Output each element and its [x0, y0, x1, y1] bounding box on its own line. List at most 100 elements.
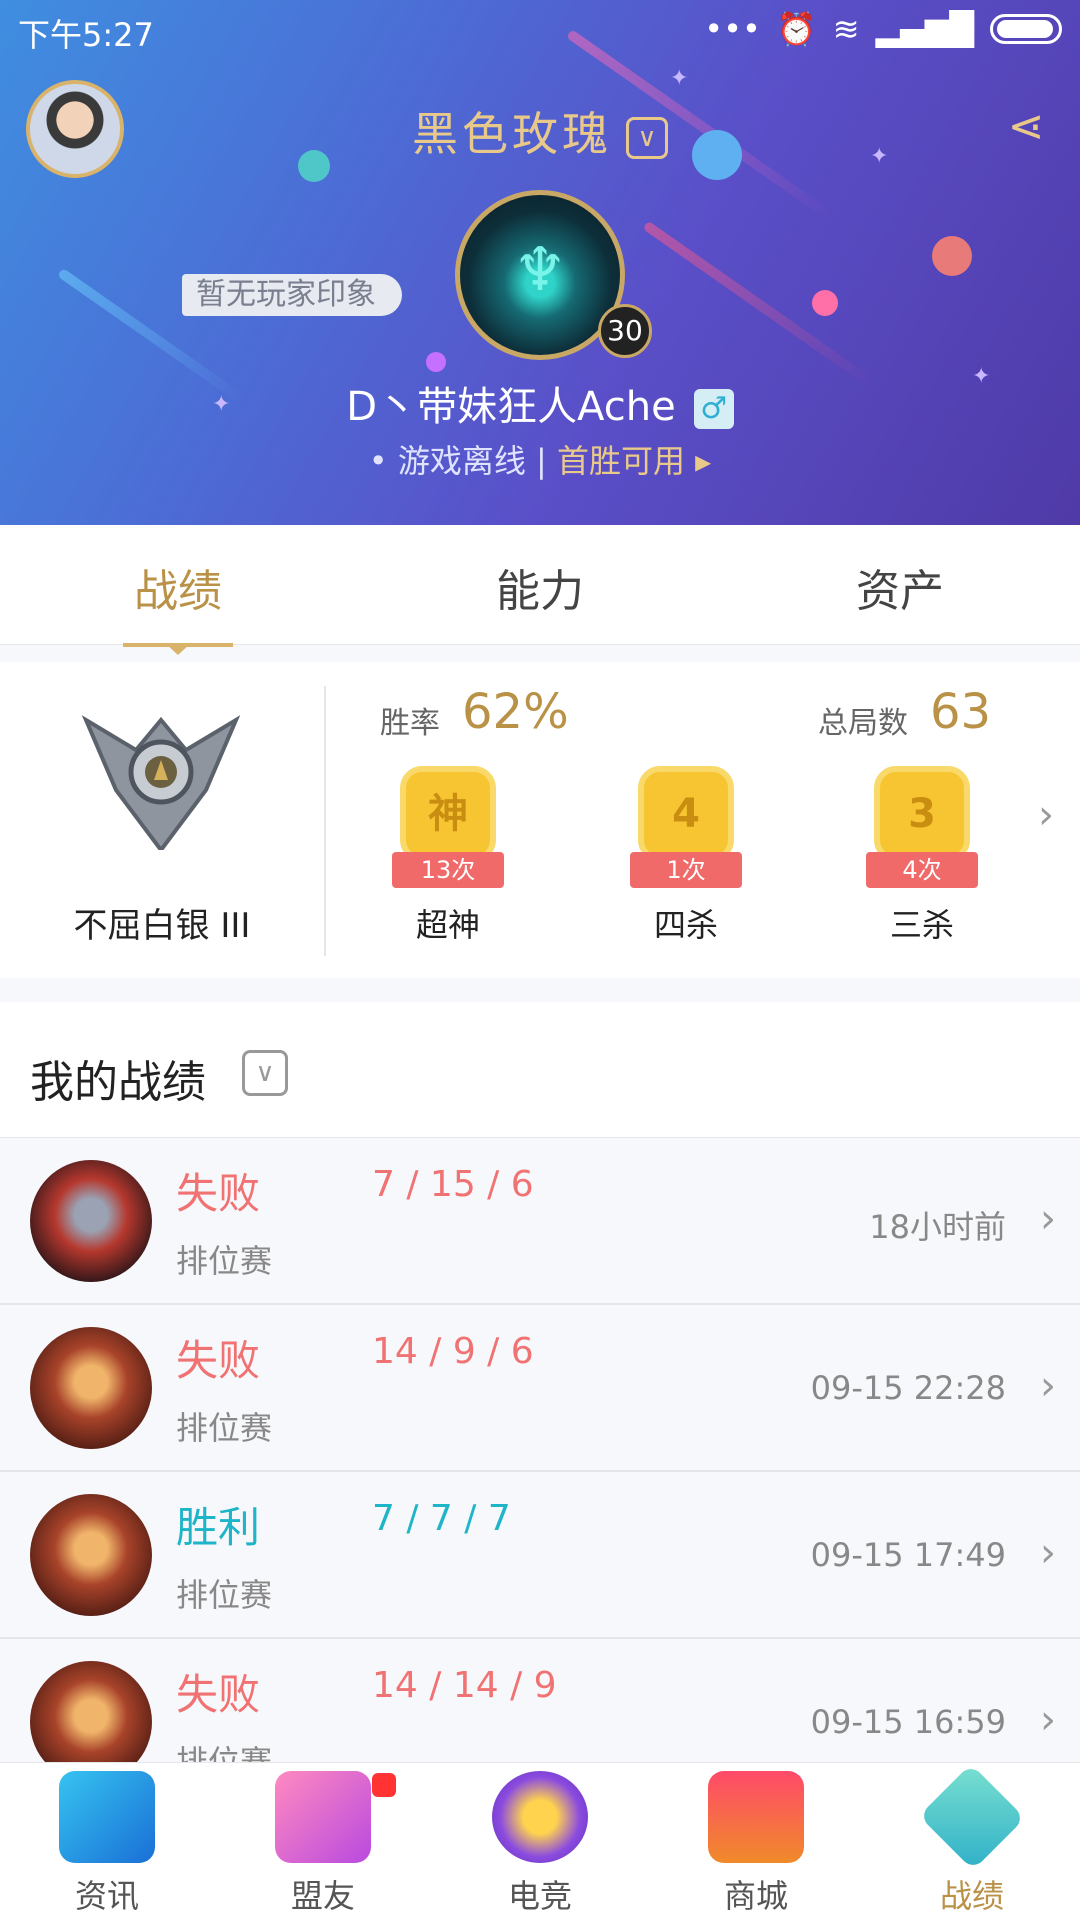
badge-count: 13次 [392, 852, 504, 888]
match-row[interactable]: 失败 排位赛 14 / 9 / 6 09-15 22:28 › [0, 1305, 1080, 1472]
status-row: • 游戏离线 | 首胜可用 ▸ [0, 436, 1080, 482]
decor-bubble [932, 236, 972, 276]
decor-streak [642, 220, 878, 390]
decor-bubble [812, 290, 838, 316]
badge-name: 超神 [415, 906, 480, 944]
account-name: 黑色玫瑰 [412, 107, 612, 161]
hero-avatar [30, 1494, 152, 1616]
profile-tabs: 战绩 能力 资产 [0, 525, 1080, 655]
battery-icon [990, 14, 1062, 44]
nav-shop[interactable]: 商城 [681, 1771, 831, 1917]
chevron-right-icon: › [1040, 1697, 1056, 1743]
quadra-kill-badge-icon: 4 [638, 766, 734, 862]
online-status: 游戏离线 [397, 442, 526, 480]
match-result: 胜利 [176, 1503, 261, 1552]
triple-kill-badge-icon: 3 [874, 766, 970, 862]
news-book-icon [59, 1771, 155, 1863]
match-time: 09-15 22:28 [810, 1369, 1006, 1407]
notification-dot [372, 1773, 396, 1797]
stats-panel[interactable]: 不屈白银 III 胜率 62% 总局数 63 神 13次 超神 4 1次 四杀 … [0, 662, 1080, 978]
win-rate-label: 胜率 [380, 706, 440, 741]
tab-record[interactable]: 战绩 [78, 555, 278, 655]
decor-star: ✦ [670, 66, 689, 91]
match-result: 失败 [176, 1169, 261, 1218]
tab-label: 资产 [856, 566, 944, 617]
wifi-icon: ≋ [832, 10, 860, 48]
summoner-emblem-icon: ♆ [513, 235, 567, 305]
more-dots-icon: ••• [704, 10, 761, 48]
shop-chest-icon [708, 1771, 804, 1863]
status-time: 下午5:27 [18, 16, 154, 54]
badge-triple-kill: 3 4次 三杀 [852, 766, 992, 946]
legendary-badge-icon: 神 [400, 766, 496, 862]
nav-label: 资讯 [74, 1877, 139, 1915]
account-title[interactable]: 黑色玫瑰 ∨ [0, 98, 1080, 164]
silver-rank-emblem-icon [81, 715, 241, 850]
profile-header: ✦ ✦ ✦ ✦ 下午5:27 ••• ⏰ ≋ ▂▄▆█ 黑色玫瑰 ∨ ⋖ 暂无玩家… [0, 0, 1080, 525]
level-badge: 30 [598, 304, 652, 358]
match-mode: 排位赛 [176, 1409, 273, 1447]
match-row[interactable]: 失败 排位赛 7 / 15 / 6 18小时前 › [0, 1138, 1080, 1305]
nav-label: 盟友 [290, 1877, 355, 1915]
total-games-label: 总局数 [818, 706, 908, 741]
hero-avatar [30, 1160, 152, 1282]
status-separator: | [536, 442, 547, 480]
badge-name: 三杀 [889, 906, 954, 944]
nav-label: 战绩 [939, 1877, 1004, 1915]
hero-avatar [30, 1327, 152, 1449]
win-rate-value: 62% [462, 684, 569, 740]
badge-legendary: 神 13次 超神 [378, 766, 518, 946]
badge-count: 1次 [630, 852, 742, 888]
tab-assets[interactable]: 资产 [800, 555, 1000, 619]
match-result: 失败 [176, 1336, 261, 1385]
match-row[interactable]: 胜利 排位赛 7 / 7 / 7 09-15 17:49 › [0, 1472, 1080, 1639]
match-kda: 7 / 7 / 7 [372, 1498, 511, 1539]
signal-icon: ▂▄▆█ [875, 10, 974, 48]
record-emblem-icon [918, 1763, 1026, 1871]
status-bar: 下午5:27 ••• ⏰ ≋ ▂▄▆█ [0, 0, 1080, 60]
match-list: 失败 排位赛 7 / 15 / 6 18小时前 › 失败 排位赛 14 / 9 … [0, 1138, 1080, 1806]
match-result: 失败 [176, 1670, 261, 1719]
friends-heart-icon [275, 1771, 371, 1863]
badge-quadra-kill: 4 1次 四杀 [616, 766, 756, 946]
total-games-value: 63 [930, 684, 992, 740]
decor-bubble [426, 352, 446, 372]
tab-label: 战绩 [134, 566, 222, 617]
match-time: 09-15 17:49 [810, 1536, 1006, 1574]
share-icon[interactable]: ⋖ [1000, 100, 1052, 154]
status-dot-icon: • [368, 442, 398, 480]
alarm-icon: ⏰ [776, 10, 817, 48]
match-mode: 排位赛 [176, 1576, 273, 1614]
nav-esports[interactable]: 电竞 [465, 1771, 615, 1917]
tier-label: 不屈白银 III [73, 906, 251, 946]
caret-right-icon: ▸ [684, 442, 712, 480]
tab-underline [123, 643, 233, 655]
player-name: D丶带妹狂人Ache [346, 384, 676, 430]
first-win-link[interactable]: 首胜可用 [557, 442, 685, 480]
badge-count: 4次 [866, 852, 978, 888]
impression-tag[interactable]: 暂无玩家印象 [182, 274, 402, 316]
chevron-down-icon[interactable]: ∨ [626, 116, 668, 159]
match-kda: 14 / 14 / 9 [372, 1665, 557, 1706]
tab-label: 能力 [496, 566, 584, 617]
nav-news[interactable]: 资讯 [32, 1771, 182, 1917]
tab-ability[interactable]: 能力 [440, 555, 640, 619]
match-time: 09-15 16:59 [810, 1703, 1006, 1741]
male-gender-icon: ♂ [693, 389, 734, 429]
my-record-header: 我的战绩 ∨ [0, 1002, 1080, 1138]
bottom-nav: 资讯 盟友 电竞 商城 战绩 [0, 1762, 1080, 1920]
match-mode: 排位赛 [176, 1242, 273, 1280]
chevron-right-icon[interactable]: › [1038, 792, 1054, 838]
nav-record[interactable]: 战绩 [897, 1763, 1047, 1917]
section-title: 我的战绩 [30, 1057, 206, 1108]
match-time: 18小时前 [869, 1208, 1006, 1246]
player-name-row: D丶带妹狂人Ache ♂ [0, 374, 1080, 432]
chevron-down-icon[interactable]: ∨ [242, 1050, 288, 1096]
match-kda: 14 / 9 / 6 [372, 1331, 534, 1372]
chevron-right-icon: › [1040, 1196, 1056, 1242]
esports-trophy-icon [492, 1771, 588, 1863]
nav-label: 电竞 [507, 1877, 572, 1915]
chevron-right-icon: › [1040, 1530, 1056, 1576]
nav-label: 商城 [723, 1877, 788, 1915]
chevron-right-icon: › [1040, 1363, 1056, 1409]
